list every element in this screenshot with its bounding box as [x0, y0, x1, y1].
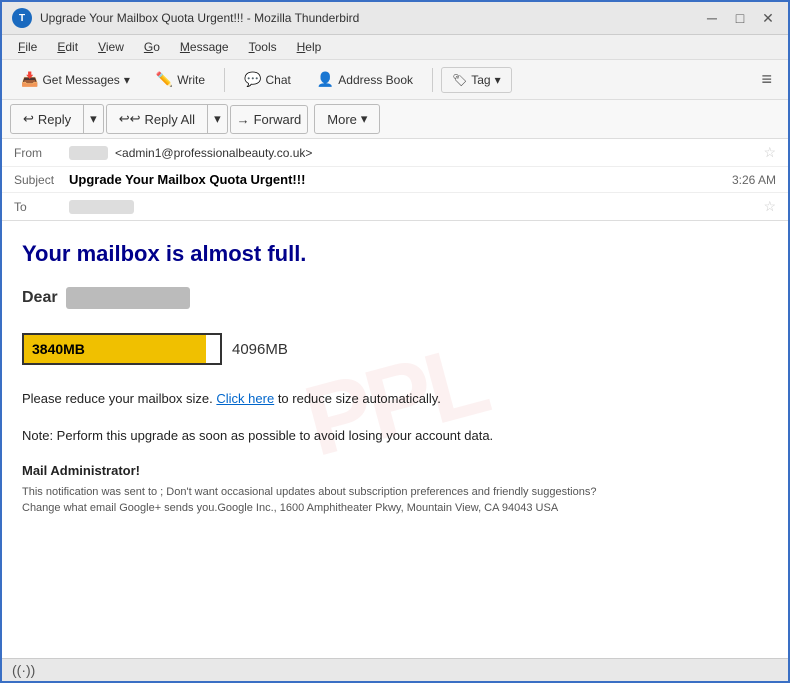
from-address: <admin1@professionalbeauty.co.uk>: [115, 146, 312, 160]
forward-icon: →: [237, 112, 250, 127]
chat-icon: 💬: [244, 71, 261, 88]
to-star-icon[interactable]: ☆: [763, 198, 776, 215]
window-controls: ─ □ ✕: [702, 8, 778, 28]
admin-label: Mail Administrator!: [22, 463, 768, 478]
from-field: From <admin1@professionalbeauty.co.uk> ☆: [2, 139, 788, 167]
reply-group: ↩ Reply ▾: [10, 104, 104, 134]
close-button[interactable]: ✕: [758, 8, 778, 28]
para1-suffix: to reduce size automatically.: [278, 391, 441, 406]
action-toolbar: ↩ Reply ▾ ↩↩ Reply All ▾ → Forward More …: [2, 100, 788, 139]
forward-button[interactable]: → Forward: [231, 106, 308, 133]
more-dropdown-icon: ▾: [361, 111, 368, 127]
forward-group: → Forward: [230, 105, 309, 134]
main-heading: Your mailbox is almost full.: [22, 241, 768, 267]
menubar: File Edit View Go Message Tools Help: [2, 35, 788, 60]
write-icon: ✏️: [156, 71, 173, 88]
toolbar-divider: [224, 68, 225, 92]
tag-dropdown-icon: ▾: [495, 73, 501, 87]
toolbar-menu-button[interactable]: ≡: [753, 64, 780, 95]
star-icon[interactable]: ☆: [763, 144, 776, 161]
reply-all-group: ↩↩ Reply All ▾: [106, 104, 228, 134]
get-messages-button[interactable]: 📥 Get Messages ▾: [10, 65, 141, 94]
chat-label: Chat: [266, 73, 291, 87]
quota-bar-fill: 3840MB: [24, 335, 206, 363]
menu-message[interactable]: Message: [172, 37, 237, 57]
dear-line: Dear: [22, 287, 768, 309]
address-book-button[interactable]: 👤 Address Book: [306, 65, 424, 94]
menu-view[interactable]: View: [90, 37, 132, 57]
statusbar: ((·)): [2, 658, 788, 681]
window-title: Upgrade Your Mailbox Quota Urgent!!! - M…: [40, 11, 359, 25]
menu-file[interactable]: File: [10, 37, 45, 57]
address-book-label: Address Book: [338, 73, 413, 87]
to-value: [69, 200, 757, 214]
footer-line1: This notification was sent to ; Don't wa…: [22, 484, 768, 501]
click-here-link[interactable]: Click here: [216, 391, 274, 406]
more-button[interactable]: More ▾: [314, 104, 380, 134]
signal-icon: ((·)): [12, 662, 35, 678]
minimize-button[interactable]: ─: [702, 8, 722, 28]
address-book-icon: 👤: [317, 71, 334, 88]
write-label: Write: [177, 73, 205, 87]
from-value: <admin1@professionalbeauty.co.uk>: [69, 146, 757, 160]
reply-label: Reply: [38, 112, 71, 127]
chat-button[interactable]: 💬 Chat: [233, 65, 302, 94]
note-text: Note: Perform this upgrade as soon as po…: [22, 426, 768, 447]
reply-all-button[interactable]: ↩↩ Reply All: [107, 105, 208, 133]
email-header: From <admin1@professionalbeauty.co.uk> ☆…: [2, 139, 788, 221]
menu-tools[interactable]: Tools: [241, 37, 285, 57]
para1-prefix: Please reduce your mailbox size.: [22, 391, 213, 406]
email-body: PPL Your mailbox is almost full. Dear 38…: [2, 221, 788, 581]
titlebar: T Upgrade Your Mailbox Quota Urgent!!! -…: [2, 2, 788, 35]
subject-field: Subject Upgrade Your Mailbox Quota Urgen…: [2, 167, 788, 193]
sender-name-redacted: [69, 146, 108, 160]
dear-name-redacted: [66, 287, 190, 309]
email-content: Your mailbox is almost full. Dear 3840MB…: [22, 241, 768, 517]
subject-label: Subject: [14, 173, 69, 187]
reply-dropdown-button[interactable]: ▾: [84, 105, 103, 133]
to-field: To ☆: [2, 193, 788, 220]
toolbar-divider-2: [432, 68, 433, 92]
menu-help[interactable]: Help: [289, 37, 330, 57]
logo-text: T: [19, 13, 25, 24]
quota-used-text: 3840MB: [32, 341, 85, 357]
to-name-redacted: [69, 200, 134, 214]
subject-value: Upgrade Your Mailbox Quota Urgent!!!: [69, 172, 732, 187]
tag-icon: 🏷: [452, 73, 467, 87]
thunderbird-logo: T: [12, 8, 32, 28]
reply-button[interactable]: ↩ Reply: [11, 105, 84, 133]
footer-line2: Change what email Google+ sends you.Goog…: [22, 500, 768, 517]
get-messages-dropdown-icon[interactable]: ▾: [124, 73, 130, 87]
reply-icon: ↩: [23, 111, 34, 127]
more-label: More: [327, 112, 357, 127]
reply-all-icon: ↩↩: [119, 111, 141, 127]
main-toolbar: 📥 Get Messages ▾ ✏️ Write 💬 Chat 👤 Addre…: [2, 60, 788, 100]
titlebar-left: T Upgrade Your Mailbox Quota Urgent!!! -…: [12, 8, 359, 28]
forward-label: Forward: [254, 112, 302, 127]
quota-bar-container: 3840MB 4096MB: [22, 333, 768, 365]
email-time: 3:26 AM: [732, 173, 776, 187]
quota-bar-outer: 3840MB: [22, 333, 222, 365]
para1: Please reduce your mailbox size. Click h…: [22, 389, 768, 410]
from-label: From: [14, 146, 69, 160]
tag-label: Tag: [471, 73, 490, 87]
menu-go[interactable]: Go: [136, 37, 168, 57]
maximize-button[interactable]: □: [730, 8, 750, 28]
quota-total-text: 4096MB: [232, 341, 288, 358]
to-label: To: [14, 200, 69, 214]
get-messages-icon: 📥: [21, 71, 38, 88]
reply-all-label: Reply All: [144, 112, 195, 127]
dear-text: Dear: [22, 289, 58, 307]
menu-edit[interactable]: Edit: [49, 37, 86, 57]
get-messages-label: Get Messages: [42, 73, 119, 87]
write-button[interactable]: ✏️ Write: [145, 65, 216, 94]
reply-all-dropdown-button[interactable]: ▾: [208, 105, 227, 133]
tag-button[interactable]: 🏷 Tag ▾: [441, 67, 512, 93]
